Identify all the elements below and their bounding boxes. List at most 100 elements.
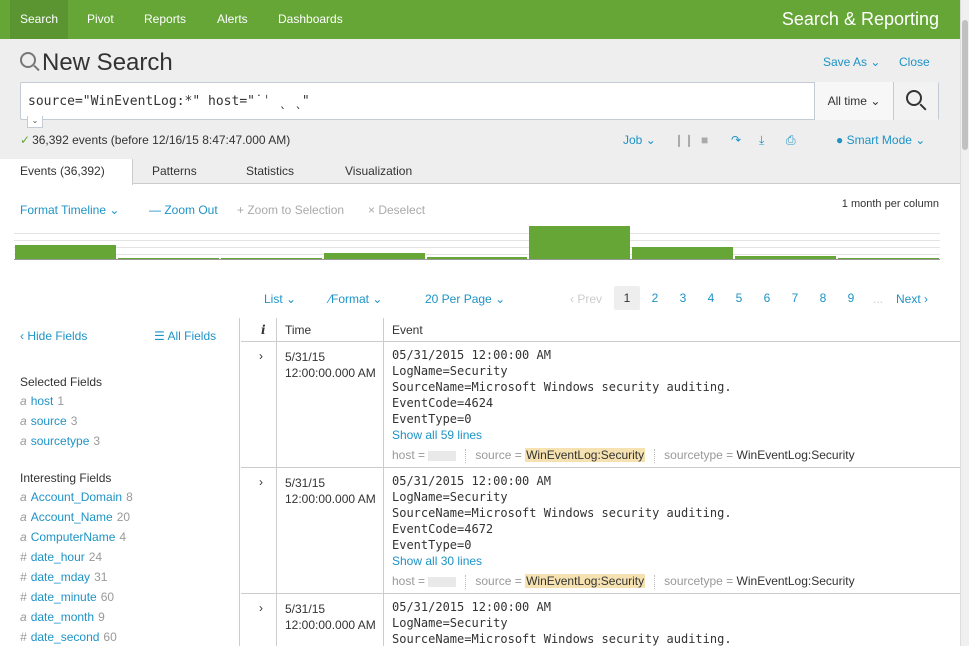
nav-tab-reports[interactable]: Reports: [134, 0, 196, 39]
show-all-lines-link[interactable]: Show all 59 lines: [392, 428, 482, 442]
event-timestamp: 12:00:00.000 AM: [285, 618, 376, 632]
page-3[interactable]: 3: [670, 286, 696, 310]
scrollbar-thumb[interactable]: [962, 20, 968, 150]
search-icon: [20, 52, 36, 68]
timeline-bar[interactable]: [117, 258, 219, 259]
top-nav-bar: Search Pivot Reports Alerts Dashboards S…: [0, 0, 969, 39]
expand-event-icon[interactable]: ›: [259, 349, 263, 363]
timeline-bar[interactable]: [323, 253, 425, 259]
column-time-header[interactable]: Time: [277, 318, 311, 342]
timeline-bar[interactable]: [529, 226, 631, 259]
source-value[interactable]: WinEventLog:Security: [525, 448, 646, 462]
timeline-bar[interactable]: [220, 258, 322, 259]
field-type-icon: a: [20, 530, 27, 544]
nav-tab-alerts[interactable]: Alerts: [207, 0, 258, 39]
event-line: SourceName=Microsoft Windows security au…: [392, 380, 732, 394]
nav-tab-dashboards[interactable]: Dashboards: [268, 0, 353, 39]
timeline-gridline: [14, 233, 940, 234]
field-sourcetype[interactable]: a sourcetype 3: [20, 434, 100, 448]
field-type-icon: #: [20, 550, 27, 564]
timeline-bar[interactable]: [632, 247, 734, 259]
app-title[interactable]: Search & Reporting: [782, 0, 939, 39]
bulb-icon: ●: [836, 133, 844, 147]
field-date-minute[interactable]: # date_minute 60: [20, 590, 114, 604]
time-range-picker[interactable]: All time ⌄: [814, 82, 894, 120]
page-9[interactable]: 9: [838, 286, 864, 310]
fields-sidebar: ‹ Hide Fields ☰ All Fields Selected Fiel…: [0, 318, 240, 646]
page-6[interactable]: 6: [754, 286, 780, 310]
stop-icon[interactable]: ■: [701, 133, 708, 147]
column-event-header[interactable]: Event: [384, 318, 423, 342]
zoom-out-button[interactable]: — Zoom Out: [149, 203, 218, 217]
nav-tab-search[interactable]: Search: [10, 0, 69, 39]
timeline-bar[interactable]: [735, 256, 837, 259]
host-value-redacted[interactable]: [428, 450, 457, 461]
field-type-icon: #: [20, 570, 27, 584]
page-2[interactable]: 2: [642, 286, 668, 310]
format-timeline-menu[interactable]: Format Timeline ⌄: [20, 203, 119, 217]
expand-search-icon[interactable]: ⌄: [27, 116, 43, 128]
field-date-month[interactable]: a date_month 9: [20, 610, 105, 624]
field-count: 4: [119, 530, 127, 544]
field-count: 60: [103, 630, 117, 644]
per-page-menu[interactable]: 20 Per Page ⌄: [425, 292, 505, 306]
event-line: EventCode=4672: [392, 522, 494, 536]
timeline-bar[interactable]: [838, 258, 939, 259]
field-host[interactable]: a host 1: [20, 394, 64, 408]
search-mode-menu[interactable]: ● Smart Mode ⌄: [836, 133, 925, 147]
page-8[interactable]: 8: [810, 286, 836, 310]
field-count: 31: [94, 570, 108, 584]
page-7[interactable]: 7: [782, 286, 808, 310]
field-account-name[interactable]: a Account_Name 20: [20, 510, 130, 524]
field-separator: [465, 448, 467, 463]
nav-tab-pivot[interactable]: Pivot: [77, 0, 124, 39]
page-5[interactable]: 5: [726, 286, 752, 310]
search-input[interactable]: source="WinEventLog:*" host="˙ˈ ˎ ˎ": [28, 94, 310, 109]
expand-event-icon[interactable]: ›: [259, 475, 263, 489]
search-bar: source="WinEventLog:*" host="˙ˈ ˎ ˎ" All…: [20, 82, 939, 128]
field-source[interactable]: a source 3: [20, 414, 77, 428]
print-icon[interactable]: ⎙: [786, 133, 796, 148]
list-view-menu[interactable]: List ⌄: [264, 292, 296, 306]
tab-patterns[interactable]: Patterns: [132, 159, 222, 184]
event-timeline-chart[interactable]: [14, 226, 940, 260]
pause-icon[interactable]: ❙❙: [674, 133, 694, 147]
search-mode-label: Smart Mode: [846, 133, 912, 147]
prev-page-button[interactable]: ‹ Prev: [570, 292, 602, 306]
format-menu[interactable]: ∕Format ⌄: [329, 292, 382, 306]
timeline-bar[interactable]: [426, 257, 528, 259]
field-date-mday[interactable]: # date_mday 31: [20, 570, 107, 584]
tab-visualization[interactable]: Visualization: [325, 159, 445, 184]
next-page-button[interactable]: Next ›: [896, 292, 928, 306]
job-menu[interactable]: Job ⌄: [623, 133, 656, 147]
expand-event-icon[interactable]: ›: [259, 601, 263, 615]
sourcetype-value[interactable]: WinEventLog:Security: [737, 448, 855, 462]
search-button[interactable]: [894, 82, 938, 120]
field-date-second[interactable]: # date_second 60: [20, 630, 117, 644]
field-name: date_minute: [30, 590, 97, 604]
sourcetype-value[interactable]: WinEventLog:Security: [737, 574, 855, 588]
share-icon[interactable]: ↷: [731, 133, 741, 147]
page-scrollbar[interactable]: [960, 0, 969, 646]
host-value-redacted[interactable]: [428, 576, 457, 587]
field-computername[interactable]: a ComputerName 4: [20, 530, 126, 544]
source-value[interactable]: WinEventLog:Security: [525, 574, 646, 588]
page-1[interactable]: 1: [614, 286, 640, 310]
show-all-lines-link[interactable]: Show all 30 lines: [392, 554, 482, 568]
close-button[interactable]: Close: [899, 55, 930, 69]
timeline-bar[interactable]: [15, 245, 116, 259]
field-account-domain[interactable]: a Account_Domain 8: [20, 490, 133, 504]
export-icon[interactable]: ⤓: [759, 133, 764, 148]
tab-events[interactable]: Events (36,392): [0, 159, 133, 185]
hide-fields-button[interactable]: ‹ Hide Fields: [20, 329, 87, 343]
deselect-button[interactable]: × Deselect: [368, 203, 425, 217]
field-date-hour[interactable]: # date_hour 24: [20, 550, 102, 564]
tab-statistics[interactable]: Statistics: [226, 159, 324, 184]
all-fields-button[interactable]: ☰ All Fields: [154, 329, 216, 343]
format-timeline-label: Format Timeline: [20, 203, 107, 217]
table-row: › 5/31/15 12:00:00.000 AM 05/31/2015 12:0…: [241, 469, 960, 594]
page-4[interactable]: 4: [698, 286, 724, 310]
chevron-down-icon: ⌄: [645, 133, 656, 147]
zoom-to-selection-button[interactable]: + Zoom to Selection: [237, 203, 344, 217]
save-as-menu[interactable]: Save As ⌄: [823, 55, 880, 69]
